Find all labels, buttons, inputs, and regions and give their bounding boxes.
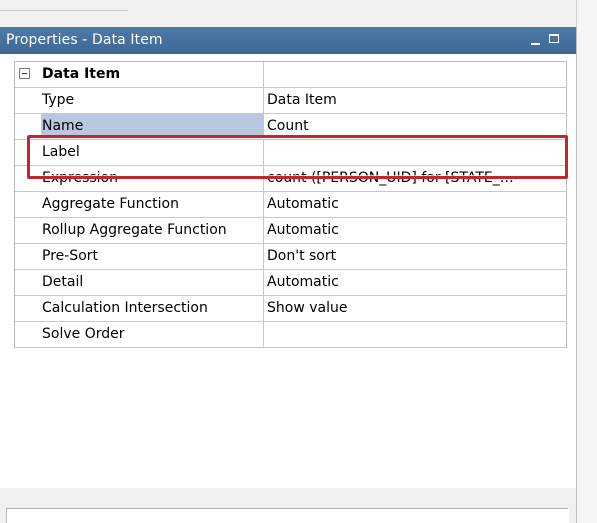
- bottom-pane-area: [0, 488, 577, 523]
- property-value[interactable]: Data Item: [264, 88, 566, 113]
- property-value[interactable]: Show value: [264, 296, 566, 321]
- property-name: Pre-Sort: [42, 248, 99, 264]
- property-value[interactable]: Automatic: [264, 218, 566, 243]
- maximize-icon[interactable]: [545, 30, 565, 50]
- property-name: Calculation Intersection: [42, 300, 208, 316]
- property-value[interactable]: Automatic: [264, 192, 566, 217]
- property-value[interactable]: [264, 322, 566, 347]
- property-name: Solve Order: [42, 326, 125, 342]
- minimize-icon[interactable]: [526, 30, 546, 50]
- property-row-aggregate-function[interactable]: Aggregate Function Automatic: [15, 192, 566, 218]
- panel-title: Properties - Data Item: [6, 32, 163, 48]
- property-row-pre-sort[interactable]: Pre-Sort Don't sort: [15, 244, 566, 270]
- property-group-value: [264, 62, 566, 87]
- property-name: Detail: [42, 274, 84, 290]
- property-row-detail[interactable]: Detail Automatic: [15, 270, 566, 296]
- property-name: Aggregate Function: [42, 196, 179, 212]
- top-tab-divider: [0, 10, 128, 11]
- collapse-icon[interactable]: [19, 68, 30, 79]
- annotation-highlight-box: [27, 135, 568, 179]
- property-name: Type: [42, 92, 75, 108]
- property-row-type[interactable]: Type Data Item: [15, 88, 566, 114]
- property-value[interactable]: Don't sort: [264, 244, 566, 269]
- property-group-row[interactable]: Data Item: [15, 62, 566, 88]
- property-name: Rollup Aggregate Function: [42, 222, 227, 238]
- property-row-solve-order[interactable]: Solve Order: [15, 322, 566, 348]
- property-grid: Data Item Type Data Item Name Count Labe…: [14, 61, 567, 348]
- property-row-rollup-aggregate-function[interactable]: Rollup Aggregate Function Automatic: [15, 218, 566, 244]
- properties-titlebar[interactable]: Properties - Data Item: [0, 27, 576, 54]
- property-row-calculation-intersection[interactable]: Calculation Intersection Show value: [15, 296, 566, 322]
- property-value[interactable]: Automatic: [264, 270, 566, 295]
- property-group-label: Data Item: [42, 66, 121, 82]
- properties-panel: Properties - Data Item Data Item Type Da…: [0, 27, 577, 488]
- right-scroll-rail[interactable]: [576, 0, 597, 523]
- bottom-pane: [6, 509, 569, 523]
- top-toolbar-area: [0, 0, 576, 26]
